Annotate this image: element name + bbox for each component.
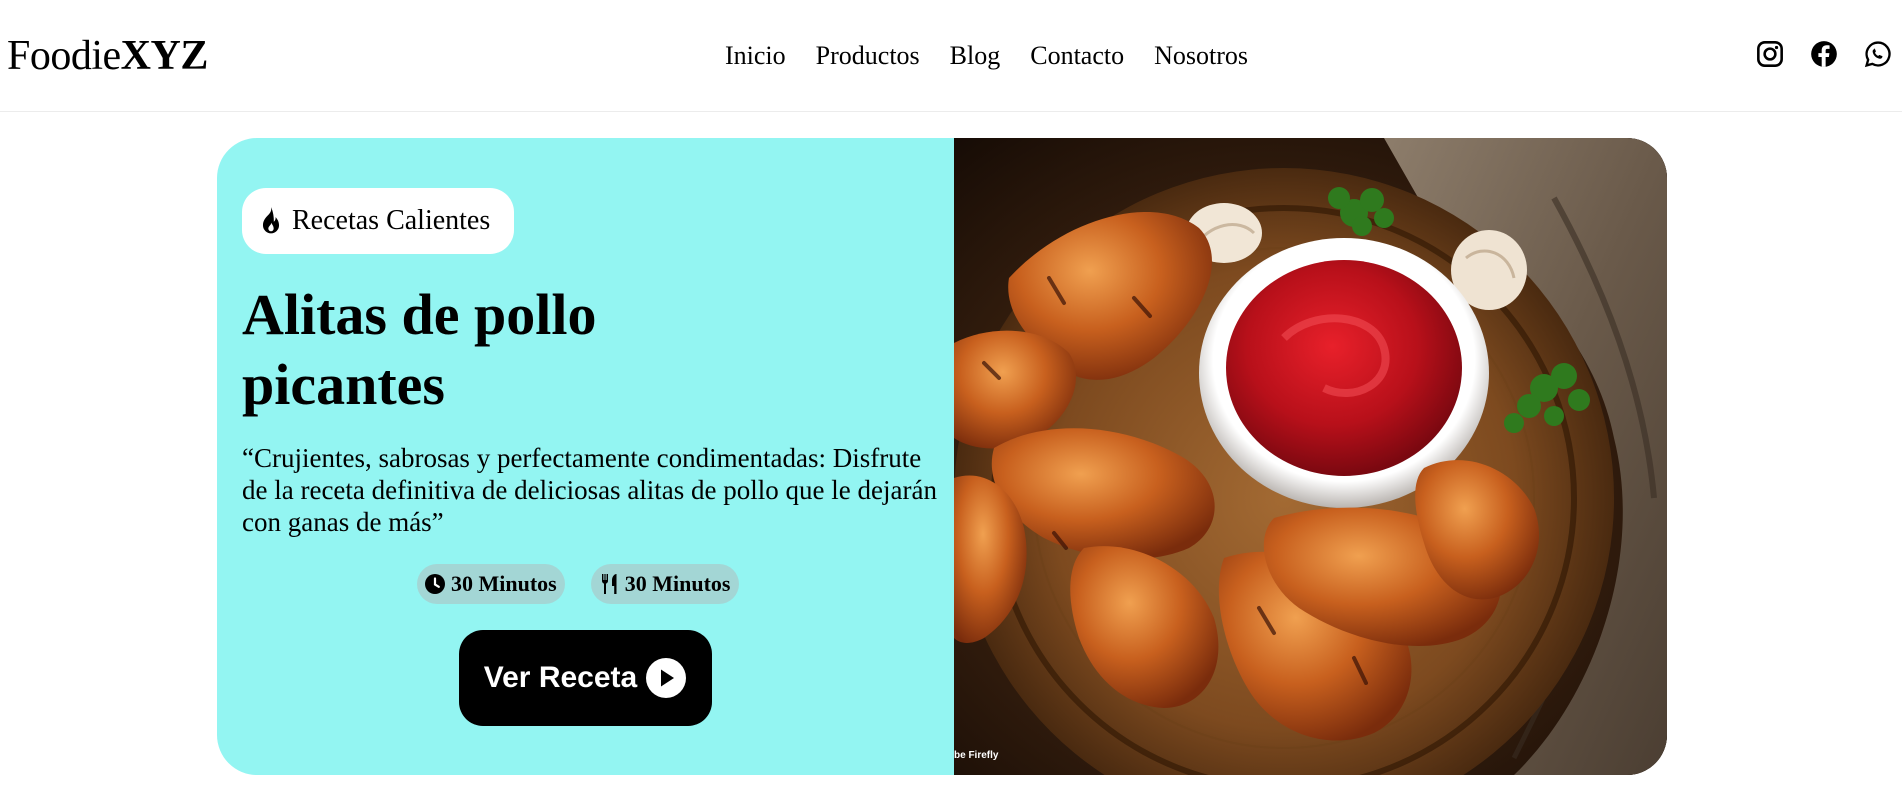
recipe-title: Alitas de pollo picantes	[242, 282, 597, 417]
social-links	[1756, 40, 1892, 68]
main-nav: Inicio Productos Blog Contacto Nosotros	[725, 38, 1278, 74]
clock-icon	[425, 574, 445, 594]
nav-link-productos[interactable]: Productos	[816, 38, 920, 74]
instagram-icon[interactable]	[1756, 40, 1784, 68]
play-circle-icon	[646, 658, 687, 698]
nav-link-inicio[interactable]: Inicio	[725, 38, 786, 74]
nav-link-nosotros[interactable]: Nosotros	[1154, 38, 1248, 74]
servings-chip: 30 Minutos	[590, 564, 739, 604]
view-recipe-label: Ver Receta	[483, 661, 638, 694]
logo-bold: XYZ	[120, 33, 209, 79]
category-badge: Recetas Calientes	[242, 188, 515, 254]
facebook-icon[interactable]	[1810, 40, 1838, 68]
utensils-icon	[601, 574, 617, 594]
nav-link-blog[interactable]: Blog	[950, 38, 1001, 74]
chicken-wings-image	[954, 138, 1667, 775]
logo-regular: Foodie	[7, 33, 121, 79]
flame-icon	[262, 207, 280, 234]
category-badge-label: Recetas Calientes	[292, 205, 491, 236]
recipe-description: “Crujientes, sabrosas y perfectamente co…	[242, 443, 937, 537]
site-logo[interactable]: FoodieXYZ	[7, 32, 208, 80]
featured-recipe-card: Recetas Calientes Alitas de pollo picant…	[217, 138, 1667, 775]
view-recipe-button[interactable]: Ver Receta	[459, 630, 712, 726]
recipe-info-panel: Recetas Calientes Alitas de pollo picant…	[217, 138, 954, 775]
recipe-image: be Firefly	[954, 138, 1667, 775]
prep-time-label: 30 Minutos	[451, 571, 557, 596]
servings-label: 30 Minutos	[624, 571, 731, 596]
recipe-meta: 30 Minutos 30 Minutos	[417, 564, 739, 604]
whatsapp-icon[interactable]	[1864, 40, 1892, 68]
nav-link-contacto[interactable]: Contacto	[1030, 38, 1124, 74]
site-header: FoodieXYZ Inicio Productos Blog Contacto…	[0, 0, 1902, 112]
prep-time-chip: 30 Minutos	[417, 564, 565, 604]
image-credit: be Firefly	[954, 750, 999, 761]
